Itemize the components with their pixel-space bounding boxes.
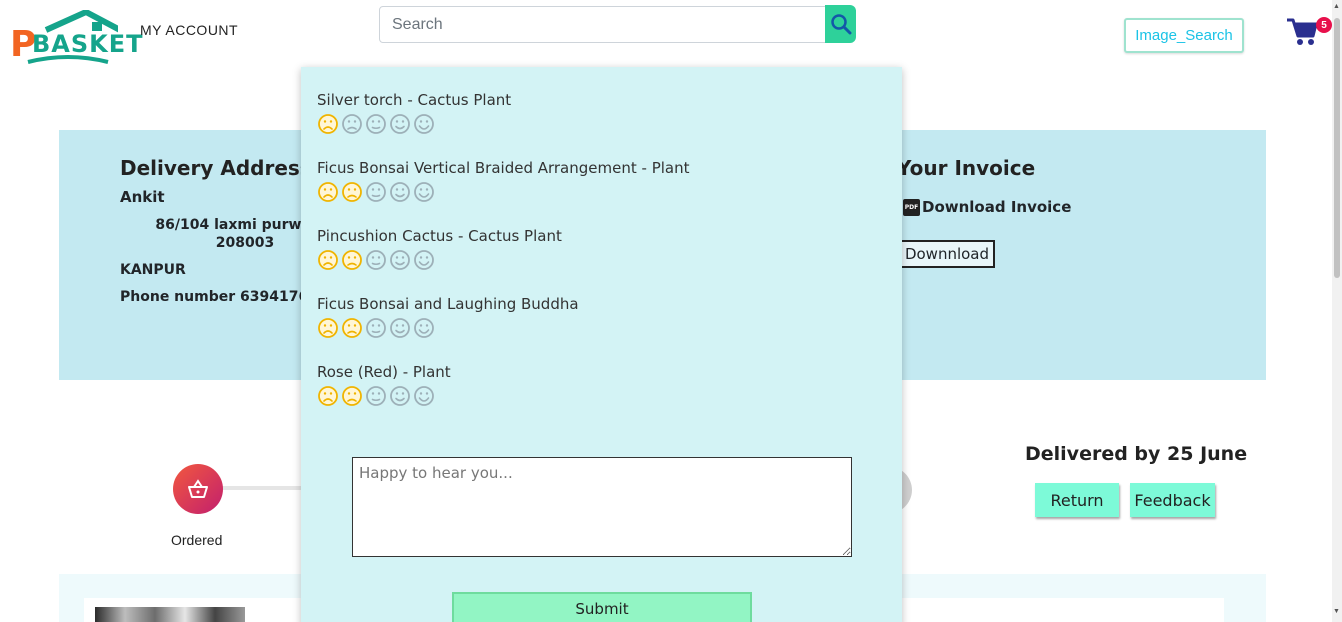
happy-face-icon[interactable]	[389, 385, 411, 407]
page-scrollbar[interactable]: ▲ ▼	[1332, 0, 1342, 622]
my-account-link[interactable]: MY ACCOUNT	[140, 22, 238, 38]
delivery-address-title: Delivery Address	[120, 156, 312, 180]
very-sad-face-icon[interactable]	[317, 249, 339, 271]
feedback-item: Rose (Red) - Plant	[317, 363, 451, 407]
feedback-button[interactable]: Feedback	[1130, 483, 1215, 517]
search-icon	[830, 14, 851, 35]
brand-name: BASKET	[32, 30, 144, 58]
scroll-down-icon[interactable]: ▼	[1333, 608, 1340, 615]
submit-feedback-button[interactable]: Submit	[452, 592, 752, 622]
feedback-product-name: Ficus Bonsai Vertical Braided Arrangemen…	[317, 159, 690, 177]
brand-logo[interactable]: P BASKET	[8, 10, 143, 68]
return-button[interactable]: Return	[1035, 483, 1119, 517]
very-happy-face-icon[interactable]	[413, 113, 435, 135]
invoice-title: Your Invoice	[897, 156, 1036, 180]
product-image	[95, 607, 245, 622]
feedback-item: Ficus Bonsai Vertical Braided Arrangemen…	[317, 159, 689, 203]
neutral-face-icon[interactable]	[365, 249, 387, 271]
cart-count-badge: 5	[1316, 17, 1332, 33]
very-happy-face-icon[interactable]	[413, 385, 435, 407]
sad-face-icon[interactable]	[341, 181, 363, 203]
download-invoice-button[interactable]: Downnload	[899, 240, 995, 268]
delivery-name: Ankit	[120, 188, 165, 206]
ordered-step-label: Ordered	[171, 532, 223, 548]
neutral-face-icon[interactable]	[365, 317, 387, 339]
very-sad-face-icon[interactable]	[317, 385, 339, 407]
rating-faces	[317, 113, 511, 135]
happy-face-icon[interactable]	[389, 317, 411, 339]
basket-icon	[188, 479, 208, 498]
rating-faces	[317, 249, 562, 271]
image-search-button[interactable]: Image_Search	[1124, 18, 1244, 53]
feedback-product-name: Ficus Bonsai and Laughing Buddha	[317, 295, 579, 313]
sad-face-icon[interactable]	[341, 113, 363, 135]
neutral-face-icon[interactable]	[365, 181, 387, 203]
very-happy-face-icon[interactable]	[413, 317, 435, 339]
pdf-icon: PDF	[903, 198, 920, 216]
rating-faces	[317, 181, 689, 203]
ordered-step	[173, 464, 223, 514]
very-sad-face-icon[interactable]	[317, 317, 339, 339]
very-sad-face-icon[interactable]	[317, 113, 339, 135]
search-button[interactable]	[825, 5, 856, 43]
sad-face-icon[interactable]	[341, 249, 363, 271]
feedback-product-name: Silver torch - Cactus Plant	[317, 91, 512, 109]
scroll-up-icon[interactable]: ▲	[1333, 3, 1340, 10]
neutral-face-icon[interactable]	[365, 113, 387, 135]
happy-face-icon[interactable]	[389, 249, 411, 271]
feedback-item: Ficus Bonsai and Laughing Buddha	[317, 295, 579, 339]
rating-faces	[317, 317, 579, 339]
rating-faces	[317, 385, 451, 407]
feedback-item: Silver torch - Cactus Plant	[317, 91, 511, 135]
search-input[interactable]	[379, 6, 827, 43]
feedback-product-name: Pincushion Cactus - Cactus Plant	[317, 227, 562, 245]
feedback-product-name: Rose (Red) - Plant	[317, 363, 451, 381]
sad-face-icon[interactable]	[341, 385, 363, 407]
shopping-cart-icon	[1287, 18, 1318, 45]
very-sad-face-icon[interactable]	[317, 181, 339, 203]
feedback-textarea[interactable]	[352, 457, 852, 557]
very-happy-face-icon[interactable]	[413, 181, 435, 203]
happy-face-icon[interactable]	[389, 181, 411, 203]
download-invoice-label: Download Invoice	[922, 198, 1072, 216]
sad-face-icon[interactable]	[341, 317, 363, 339]
delivery-phone: Phone number 63941765	[120, 289, 318, 305]
very-happy-face-icon[interactable]	[413, 249, 435, 271]
download-invoice-link[interactable]: PDF Download Invoice	[903, 198, 1071, 216]
scrollbar-thumb[interactable]	[1334, 18, 1340, 278]
feedback-item: Pincushion Cactus - Cactus Plant	[317, 227, 562, 271]
happy-face-icon[interactable]	[389, 113, 411, 135]
neutral-face-icon[interactable]	[365, 385, 387, 407]
delivery-date-text: Delivered by 25 June	[1025, 443, 1248, 465]
delivery-city: KANPUR	[120, 262, 186, 278]
